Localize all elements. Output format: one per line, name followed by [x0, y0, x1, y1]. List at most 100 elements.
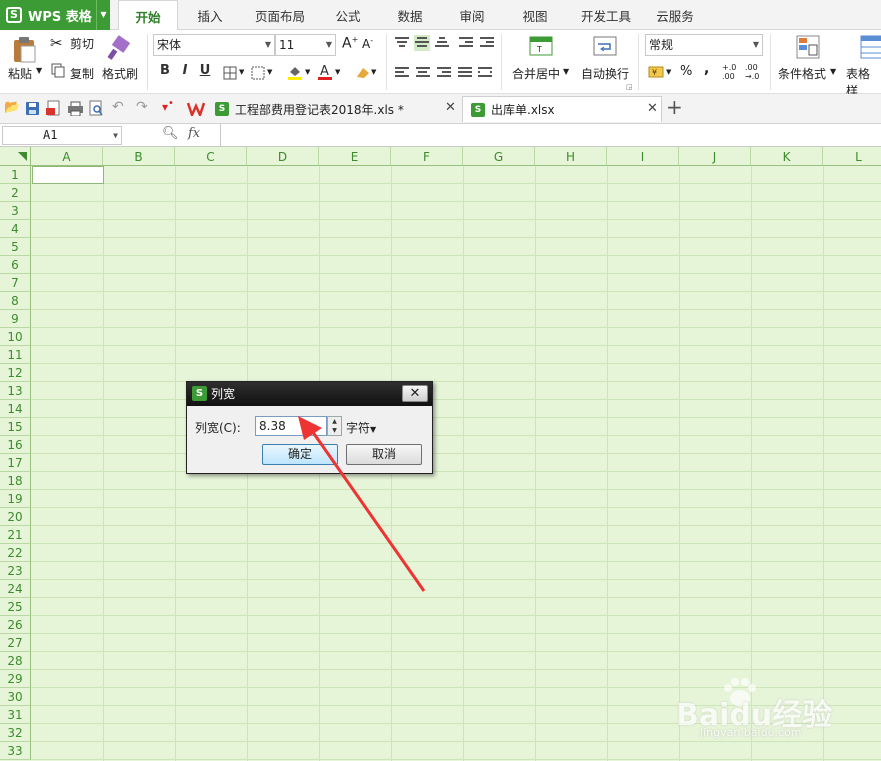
- chevron-down-icon[interactable]: ▼: [305, 68, 310, 76]
- column-header[interactable]: H: [535, 147, 607, 166]
- increase-font-icon[interactable]: A+: [342, 35, 358, 52]
- decrease-font-icon[interactable]: A-: [362, 36, 373, 51]
- row-header[interactable]: 15: [0, 418, 31, 436]
- print-preview-icon[interactable]: [89, 100, 104, 117]
- row-header[interactable]: 11: [0, 346, 31, 364]
- font-color-icon[interactable]: A: [317, 63, 333, 81]
- column-width-input[interactable]: 8.38: [255, 416, 327, 436]
- column-header[interactable]: I: [607, 147, 679, 166]
- tab-home[interactable]: 开始: [118, 0, 178, 31]
- close-icon[interactable]: ✕: [445, 100, 456, 115]
- align-right-icon[interactable]: [437, 67, 451, 79]
- row-header[interactable]: 6: [0, 256, 31, 274]
- row-header[interactable]: 16: [0, 436, 31, 454]
- increase-indent-icon[interactable]: [480, 37, 494, 49]
- cell-style-icon[interactable]: [251, 66, 265, 80]
- border-icon[interactable]: [223, 66, 237, 80]
- column-header[interactable]: D: [247, 147, 319, 166]
- row-header[interactable]: 3: [0, 202, 31, 220]
- close-icon[interactable]: ✕: [647, 101, 658, 116]
- document-tab-active[interactable]: S 出库单.xlsx ✕: [462, 96, 662, 122]
- spin-up-icon[interactable]: ▲: [328, 417, 341, 426]
- cancel-button[interactable]: 取消: [346, 444, 422, 465]
- clear-format-icon[interactable]: [355, 65, 371, 80]
- row-header[interactable]: 2: [0, 184, 31, 202]
- row-header[interactable]: 32: [0, 724, 31, 742]
- row-header[interactable]: 25: [0, 598, 31, 616]
- bold-button[interactable]: B: [157, 63, 173, 78]
- redo-icon[interactable]: ↷: [136, 99, 148, 115]
- row-header[interactable]: 5: [0, 238, 31, 256]
- wps-app-button[interactable]: S WPS 表格 ▼: [0, 0, 110, 30]
- distributed-align-icon[interactable]: [478, 67, 492, 79]
- number-format-select[interactable]: 常规 ▼: [645, 34, 763, 56]
- chevron-down-icon[interactable]: ▼: [371, 68, 376, 76]
- select-all-corner[interactable]: [0, 147, 31, 166]
- spin-down-icon[interactable]: ▼: [328, 426, 341, 435]
- column-header[interactable]: B: [103, 147, 175, 166]
- tab-insert[interactable]: 插入: [186, 0, 234, 30]
- open-folder-icon[interactable]: 📂: [4, 100, 20, 115]
- row-header[interactable]: 10: [0, 328, 31, 346]
- decrease-decimal-icon[interactable]: .00 →.0: [745, 63, 759, 81]
- comma-button[interactable]: ,: [704, 61, 709, 77]
- chevron-down-icon[interactable]: ▼: [239, 68, 244, 76]
- column-header[interactable]: F: [391, 147, 463, 166]
- dialog-titlebar[interactable]: S 列宽 ✕: [187, 382, 432, 406]
- row-header[interactable]: 28: [0, 652, 31, 670]
- name-box[interactable]: A1 ▼: [2, 126, 122, 145]
- chevron-down-icon[interactable]: ▼: [96, 0, 110, 30]
- unit-select[interactable]: 字符▼: [346, 419, 376, 436]
- row-header[interactable]: 26: [0, 616, 31, 634]
- font-name-select[interactable]: 宋体 ▼: [153, 34, 275, 56]
- column-header[interactable]: L: [823, 147, 881, 166]
- undo-icon[interactable]: ↶: [112, 99, 124, 115]
- row-header[interactable]: 24: [0, 580, 31, 598]
- percent-button[interactable]: %: [680, 64, 692, 79]
- tab-page-layout[interactable]: 页面布局: [248, 0, 312, 30]
- align-bottom-icon[interactable]: [435, 37, 449, 49]
- column-header[interactable]: J: [679, 147, 751, 166]
- row-header[interactable]: 14: [0, 400, 31, 418]
- row-header[interactable]: 7: [0, 274, 31, 292]
- spreadsheet-grid[interactable]: ABCDEFGHIJKL 1 2 3 4 5 6 7 8 9 10 11 12 13 14 15 16 17 18…: [0, 147, 881, 761]
- insert-function-button[interactable]: fx: [188, 126, 200, 141]
- tab-formula[interactable]: 公式: [328, 0, 368, 30]
- tab-developer[interactable]: 开发工具: [574, 0, 638, 30]
- column-header[interactable]: E: [319, 147, 391, 166]
- currency-icon[interactable]: ¥: [648, 64, 664, 80]
- close-icon[interactable]: ✕: [402, 385, 428, 402]
- row-header[interactable]: 29: [0, 670, 31, 688]
- export-pdf-icon[interactable]: [46, 100, 62, 117]
- new-tab-icon[interactable]: +: [666, 95, 683, 119]
- row-header[interactable]: 22: [0, 544, 31, 562]
- chevron-down-icon[interactable]: ▼: [113, 127, 118, 144]
- row-header[interactable]: 27: [0, 634, 31, 652]
- column-header[interactable]: C: [175, 147, 247, 166]
- tab-data[interactable]: 数据: [390, 0, 430, 30]
- column-header[interactable]: A: [31, 147, 103, 166]
- align-center-icon[interactable]: [416, 67, 430, 79]
- print-icon[interactable]: [67, 101, 84, 116]
- active-cell[interactable]: [32, 166, 104, 184]
- fill-color-icon[interactable]: [287, 64, 303, 80]
- row-header[interactable]: 9: [0, 310, 31, 328]
- font-size-select[interactable]: 11 ▼: [275, 34, 336, 56]
- row-header[interactable]: 30: [0, 688, 31, 706]
- row-header[interactable]: 23: [0, 562, 31, 580]
- tab-review[interactable]: 审阅: [452, 0, 492, 30]
- row-header[interactable]: 13: [0, 382, 31, 400]
- row-header[interactable]: 18: [0, 472, 31, 490]
- ok-button[interactable]: 确定: [262, 444, 338, 465]
- chevron-down-icon[interactable]: ▼: [335, 68, 340, 76]
- align-top-icon[interactable]: [395, 37, 409, 49]
- column-header[interactable]: G: [463, 147, 535, 166]
- row-header[interactable]: 20: [0, 508, 31, 526]
- decrease-indent-icon[interactable]: [459, 37, 473, 49]
- row-header[interactable]: 12: [0, 364, 31, 382]
- row-header[interactable]: 33: [0, 742, 31, 760]
- underline-button[interactable]: U: [197, 63, 213, 78]
- customize-toolbar-icon[interactable]: ▾•: [162, 98, 174, 114]
- search-icon[interactable]: 🔍︎: [162, 126, 179, 141]
- dialog-launcher-icon[interactable]: ◲: [626, 83, 633, 91]
